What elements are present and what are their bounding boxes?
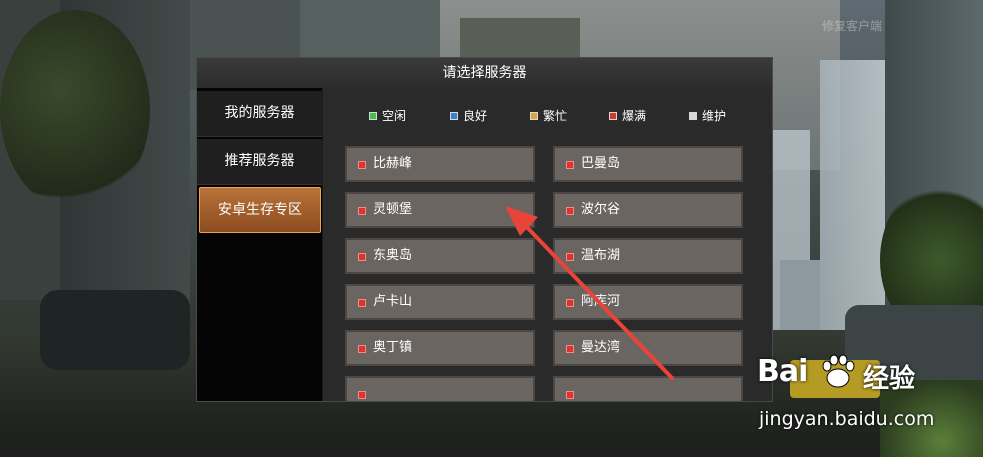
server-list-panel: 空闲 良好 繁忙 爆满 维护 比赫峰 巴曼岛 灵顿堡 波尔谷 东奥岛 温布湖 卢… (323, 88, 772, 401)
full-status-icon (566, 391, 574, 399)
tree (0, 10, 150, 210)
server-name: 东奥岛 (373, 248, 413, 263)
full-status-icon (358, 161, 366, 169)
full-status-icon (358, 391, 366, 399)
full-status-icon (358, 299, 366, 307)
legend-full: 爆满 (609, 108, 646, 124)
server-category-sidebar: 我的服务器 推荐服务器 安卓生存专区 (197, 88, 322, 401)
server-button[interactable]: 波尔谷 (553, 192, 743, 228)
server-name: 曼达湾 (581, 340, 621, 355)
legend-label: 爆满 (622, 109, 647, 123)
sidebar-item-android-survival-zone[interactable]: 安卓生存专区 (199, 187, 321, 233)
idle-status-icon (369, 111, 377, 120)
server-button[interactable]: 灵顿堡 (345, 192, 535, 228)
full-status-icon (566, 345, 574, 353)
baidu-jingyan-watermark: Bai 经验 jingyan.baidu.com (755, 346, 983, 446)
server-button[interactable]: 巴曼岛 (553, 146, 743, 182)
server-button[interactable] (553, 376, 743, 401)
server-button[interactable]: 东奥岛 (345, 238, 535, 274)
server-button[interactable]: 卢卡山 (345, 284, 535, 320)
server-button[interactable]: 比赫峰 (345, 146, 535, 182)
baidu-paw-icon (822, 354, 855, 388)
server-button[interactable]: 温布湖 (553, 238, 743, 274)
watermark-brand: Bai (757, 354, 808, 389)
busy-status-icon (530, 111, 538, 120)
full-status-icon (566, 253, 574, 261)
server-name: 温布湖 (581, 248, 621, 263)
watermark-url: jingyan.baidu.com (759, 408, 935, 430)
server-button[interactable]: 曼达湾 (553, 330, 743, 366)
full-status-icon (358, 253, 366, 261)
abandoned-car (40, 290, 190, 370)
legend-label: 维护 (702, 109, 727, 123)
full-status-icon (566, 207, 574, 215)
repair-client-link[interactable]: 修复客户端 (822, 17, 882, 34)
legend-label: 空闲 (382, 109, 407, 123)
watermark-brand-cn: 经验 (863, 364, 916, 394)
full-status-icon (358, 207, 366, 215)
legend-maintenance: 维护 (689, 108, 726, 124)
server-button[interactable]: 奥丁镇 (345, 330, 535, 366)
server-name: 奥丁镇 (373, 340, 413, 355)
sidebar-item-my-servers[interactable]: 我的服务器 (197, 91, 322, 137)
server-name: 巴曼岛 (581, 156, 621, 171)
full-status-icon (358, 345, 366, 353)
server-select-dialog: 请选择服务器 我的服务器 推荐服务器 安卓生存专区 空闲 良好 繁忙 爆满 维护… (196, 57, 773, 402)
legend-label: 繁忙 (543, 109, 568, 123)
full-status-icon (566, 299, 574, 307)
server-button[interactable] (345, 376, 535, 401)
legend-busy: 繁忙 (530, 108, 567, 124)
full-status-icon (609, 111, 617, 120)
legend-good: 良好 (450, 108, 487, 124)
sidebar-item-recommended-servers[interactable]: 推荐服务器 (197, 139, 322, 185)
server-name: 阿库河 (581, 294, 621, 309)
server-name: 灵顿堡 (373, 202, 413, 217)
full-status-icon (566, 161, 574, 169)
server-button[interactable]: 阿库河 (553, 284, 743, 320)
legend-idle: 空闲 (369, 108, 406, 124)
server-name: 比赫峰 (373, 156, 413, 171)
dialog-title: 请选择服务器 (197, 58, 772, 88)
maintenance-status-icon (689, 111, 697, 120)
server-name: 卢卡山 (373, 294, 413, 309)
server-name: 波尔谷 (581, 202, 621, 217)
legend-label: 良好 (463, 109, 488, 123)
good-status-icon (450, 111, 458, 120)
